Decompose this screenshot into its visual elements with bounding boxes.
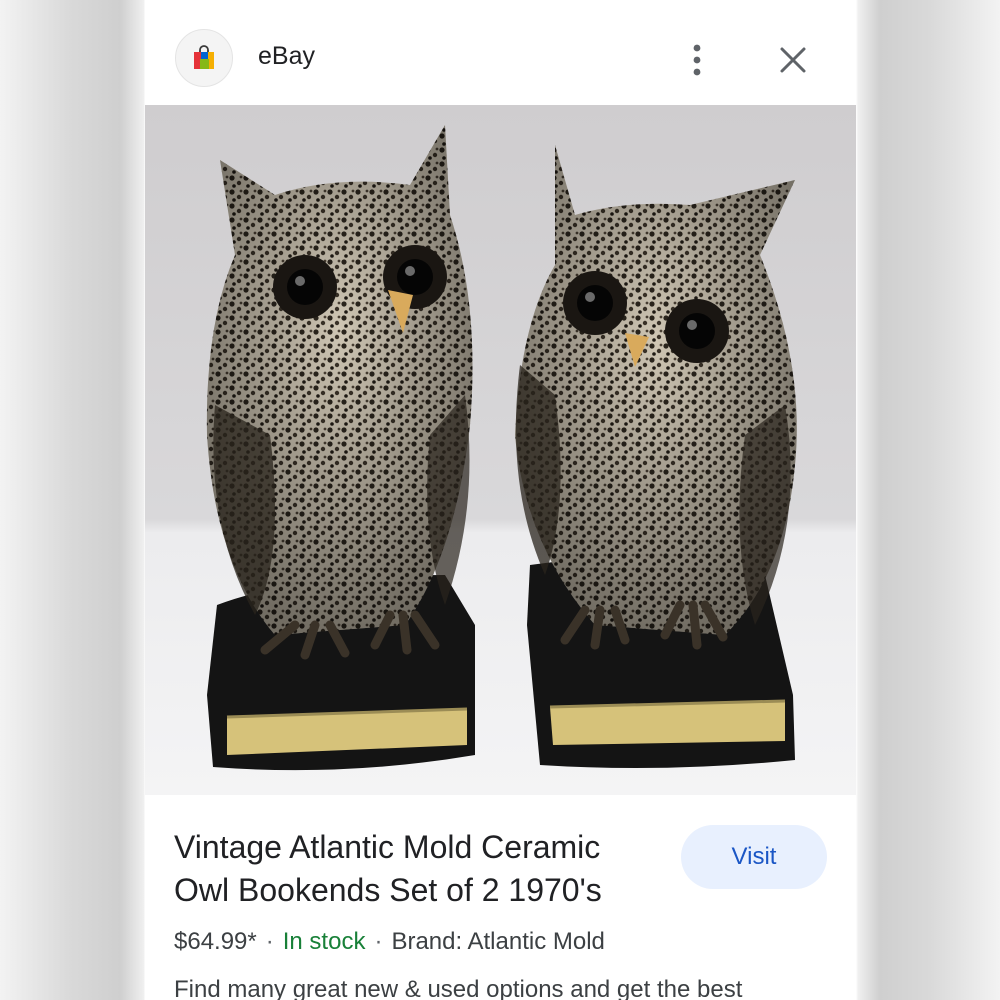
more-options-button[interactable] <box>681 40 713 80</box>
close-icon <box>780 47 806 73</box>
left-owl-bookend <box>206 125 475 771</box>
product-title[interactable]: Vintage Atlantic Mold Ceramic Owl Booken… <box>174 826 654 912</box>
price: $64.99* <box>174 928 257 955</box>
product-image[interactable] <box>145 105 856 795</box>
product-preview-card: eBay Vintage Atlantic Mold Ceramic Owl B… <box>145 0 856 1000</box>
product-meta-row: $64.99* · In stock · Brand: Atlantic Mold <box>174 928 605 956</box>
separator-dot: · <box>374 928 383 955</box>
source-name[interactable]: eBay <box>258 42 315 71</box>
right-owl-bookend <box>515 145 797 769</box>
shopping-bag-icon <box>194 45 214 69</box>
preview-header: eBay <box>145 0 856 105</box>
source-logo[interactable] <box>175 29 233 87</box>
stock-status: In stock <box>282 928 366 955</box>
product-description: Find many great new & used options and g… <box>174 976 743 1000</box>
visit-button[interactable]: Visit <box>681 825 827 889</box>
brand: Brand: Atlantic Mold <box>391 928 605 955</box>
separator-dot: · <box>265 928 274 955</box>
more-vert-icon <box>693 44 701 76</box>
close-button[interactable] <box>773 40 813 80</box>
